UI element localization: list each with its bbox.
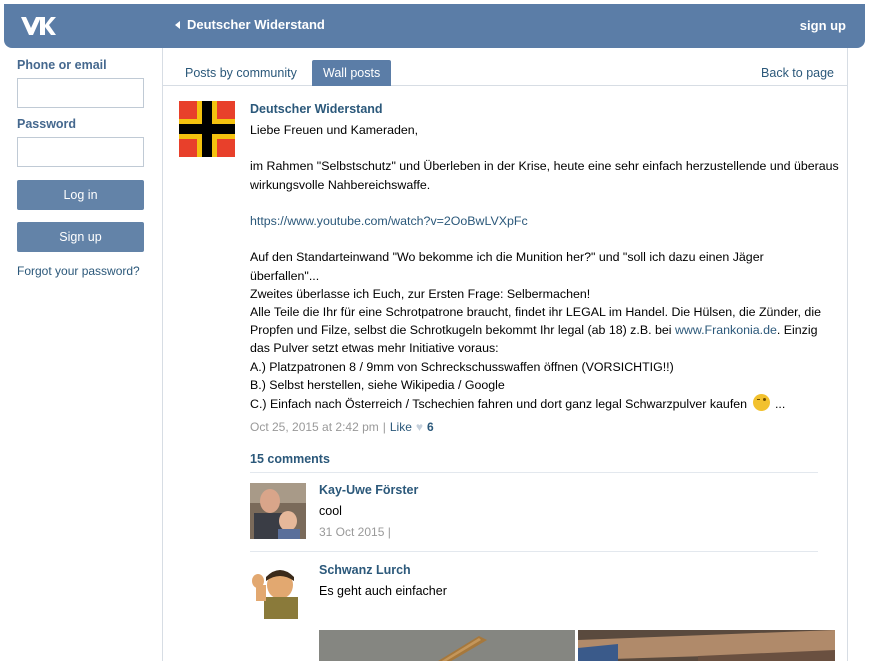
comment-author-link[interactable]: Kay-Uwe Förster: [319, 483, 818, 504]
login-button[interactable]: Log in: [17, 180, 144, 210]
post-line: Liebe Freuen und Kameraden,: [250, 123, 419, 137]
tab-bar: Posts by community Wall posts Back to pa…: [163, 48, 847, 86]
login-sidebar: Phone or email Password Log in Sign up F…: [17, 58, 145, 278]
phone-email-input[interactable]: [17, 78, 144, 108]
meta-separator: |: [387, 525, 391, 539]
post-line: C.) Einfach nach Österreich / Tschechien…: [250, 394, 840, 413]
post-line: [250, 194, 840, 212]
main-content: Posts by community Wall posts Back to pa…: [162, 48, 848, 661]
vk-logo-icon[interactable]: [18, 14, 58, 38]
post-line: B.) Selbst herstellen, siehe Wikipedia /…: [250, 377, 505, 392]
post-line: Propfen und Filze, selbst die Schrotkuge…: [250, 321, 840, 339]
wink-emoji-icon: [752, 394, 770, 412]
post-line: im Rahmen "Selbstschutz" und Überleben i…: [250, 159, 839, 174]
post-line: Auf den Standarteinwand "Wo bekomme ich …: [250, 250, 764, 265]
forgot-password-link[interactable]: Forgot your password?: [17, 264, 145, 278]
post-line: wirkungsvolle Nahbereichswaffe.: [250, 177, 431, 192]
post-line: überfallen"...: [250, 268, 320, 283]
comment-text: Es geht auch einfacher: [319, 584, 447, 598]
post-line-text: C.) Einfach nach Österreich / Tschechien…: [250, 397, 748, 412]
comment-divider: [250, 551, 818, 552]
post-line-text: . Einzig: [776, 323, 818, 338]
post-date-link[interactable]: Oct 25, 2015 at 2:42 pm: [250, 420, 379, 434]
back-to-page-link[interactable]: Back to page: [761, 66, 834, 80]
commenter-avatar[interactable]: [250, 563, 306, 619]
meta-separator: |: [382, 420, 386, 435]
comment-date[interactable]: 31 Oct 2015: [319, 525, 384, 539]
frankonia-link[interactable]: www.Frankonia.de: [675, 323, 777, 337]
phone-label: Phone or email: [17, 58, 107, 72]
comment-body: Schwanz Lurch Es geht auch einfacher: [319, 563, 818, 605]
wall-post: Deutscher Widerstand Liebe Freuen und Ka…: [250, 101, 840, 434]
post-meta: Oct 25, 2015 at 2:42 pm | Like ♥ 6: [250, 420, 840, 434]
comments-count[interactable]: 15 comments: [250, 452, 818, 473]
heart-icon[interactable]: ♥: [416, 420, 423, 434]
comment-author-link[interactable]: Schwanz Lurch: [319, 563, 818, 584]
comment-body: Kay-Uwe Förster cool 31 Oct 2015 |: [319, 483, 818, 539]
tab-posts-by-community[interactable]: Posts by community: [174, 60, 308, 86]
post-line: [250, 230, 840, 248]
password-input[interactable]: [17, 137, 144, 167]
post-line: Alle Teile die Ihr für eine Schrotpatron…: [250, 305, 821, 320]
post-line: A.) Platzpatronen 8 / 9mm von Schrecksch…: [250, 359, 674, 374]
signup-button[interactable]: Sign up: [17, 222, 144, 252]
back-to-community-link[interactable]: Deutscher Widerstand: [175, 17, 325, 32]
top-bar: Deutscher Widerstand sign up: [4, 4, 865, 48]
youtube-link[interactable]: https://www.youtube.com/watch?v=2OoBwLVX…: [250, 214, 528, 228]
tab-wall-posts[interactable]: Wall posts: [312, 60, 392, 86]
post-author-link[interactable]: Deutscher Widerstand: [250, 101, 840, 121]
comment-photo[interactable]: [578, 630, 835, 661]
commenter-avatar[interactable]: [250, 483, 306, 539]
like-button[interactable]: Like: [390, 420, 412, 434]
signup-link[interactable]: sign up: [800, 18, 846, 33]
post-line: das Pulver setzt etwas mehr Initiative v…: [250, 341, 499, 356]
password-label: Password: [17, 117, 77, 131]
post-line-text: ...: [771, 397, 786, 412]
comment-text: cool: [319, 504, 342, 518]
community-name: Deutscher Widerstand: [187, 17, 325, 32]
like-count[interactable]: 6: [427, 420, 434, 434]
post-line: https://www.youtube.com/watch?v=2OoBwLVX…: [250, 212, 840, 230]
community-flag-avatar[interactable]: [179, 101, 235, 157]
comment-photo[interactable]: [319, 630, 575, 661]
post-text: Liebe Freuen und Kameraden, im Rahmen "S…: [250, 121, 840, 413]
comment-meta: 31 Oct 2015 |: [319, 525, 818, 539]
post-line: Zweites überlasse ich Euch, zur Ersten F…: [250, 286, 591, 301]
post-line: [250, 139, 840, 157]
post-line-text: Propfen und Filze, selbst die Schrotkuge…: [250, 323, 675, 338]
back-arrow-icon: [175, 20, 180, 29]
